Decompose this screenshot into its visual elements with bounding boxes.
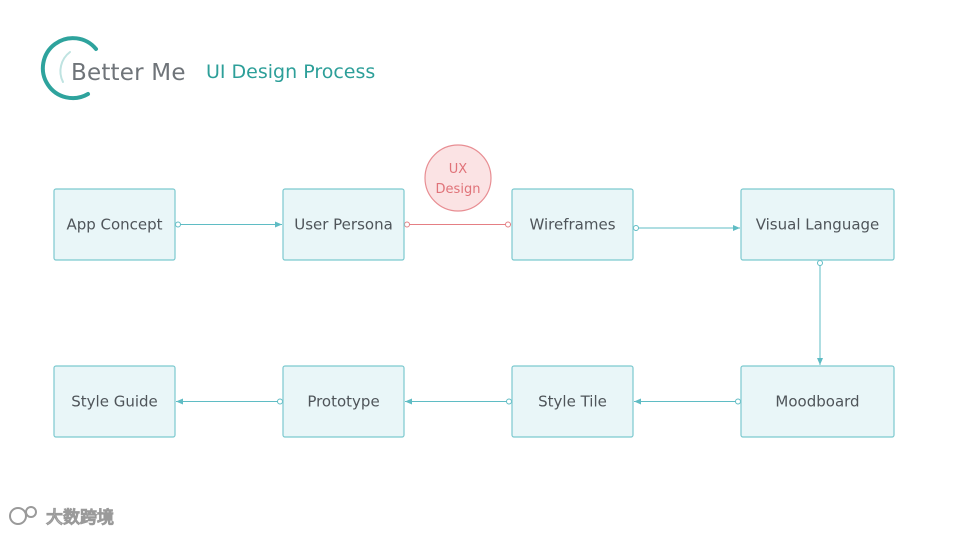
logo: Better Me (40, 36, 186, 101)
edge-moodboard-to-style-tile (634, 398, 741, 405)
node-label: Style Tile (538, 393, 607, 411)
process-diagram: Better Me UI Design Process UX Design Ap… (9, 36, 895, 528)
node-label: Wireframes (529, 216, 615, 234)
ux-design-badge: UX Design (424, 144, 492, 212)
node-style-tile[interactable]: Style Tile (511, 365, 634, 438)
page-title: UI Design Process (206, 61, 375, 83)
connectors (175, 221, 823, 405)
connector-start-dot (175, 221, 181, 228)
connector-start-dot (506, 398, 512, 405)
node-label: Prototype (307, 393, 379, 411)
edge-prototype-to-style-guide (176, 398, 283, 405)
node-label: App Concept (66, 216, 162, 234)
node-label: Style Guide (71, 393, 158, 411)
connector-start-dot (633, 225, 639, 231)
connector-start-dot (277, 398, 283, 405)
node-visual-language[interactable]: Visual Language (740, 188, 895, 261)
node-label: Visual Language (756, 216, 880, 234)
node-prototype[interactable]: Prototype (282, 365, 405, 438)
logo-arc-light-icon (59, 51, 71, 83)
edge-user-persona-to-wireframes (404, 221, 511, 228)
node-app-concept[interactable]: App Concept (53, 188, 176, 261)
edge-visual-language-to-moodboard (817, 260, 823, 365)
watermark-logo-icon (9, 507, 27, 525)
ux-design-circle (424, 144, 492, 212)
watermark-text: 大数跨境 (46, 507, 114, 528)
node-wireframes[interactable]: Wireframes (511, 188, 634, 261)
edge-app-concept-to-user-persona (175, 221, 282, 228)
connector-start-dot (404, 221, 410, 228)
edge-wireframes-to-visual-language (633, 225, 740, 231)
connector-start-dot (817, 260, 823, 266)
ux-design-label-line1: UX (449, 162, 468, 177)
node-style-guide[interactable]: Style Guide (53, 365, 176, 438)
connector-end-dot (505, 221, 511, 228)
watermark: 大数跨境 (9, 506, 114, 528)
node-moodboard[interactable]: Moodboard (740, 365, 895, 438)
logo-text: Better Me (71, 60, 186, 86)
ux-design-label-line2: Design (436, 182, 481, 197)
node-label: Moodboard (775, 393, 859, 411)
connector-start-dot (735, 398, 741, 405)
edge-style-tile-to-prototype (405, 398, 512, 405)
watermark-logo-small-icon (25, 506, 37, 518)
node-label: User Persona (294, 216, 393, 234)
node-user-persona[interactable]: User Persona (282, 188, 405, 261)
